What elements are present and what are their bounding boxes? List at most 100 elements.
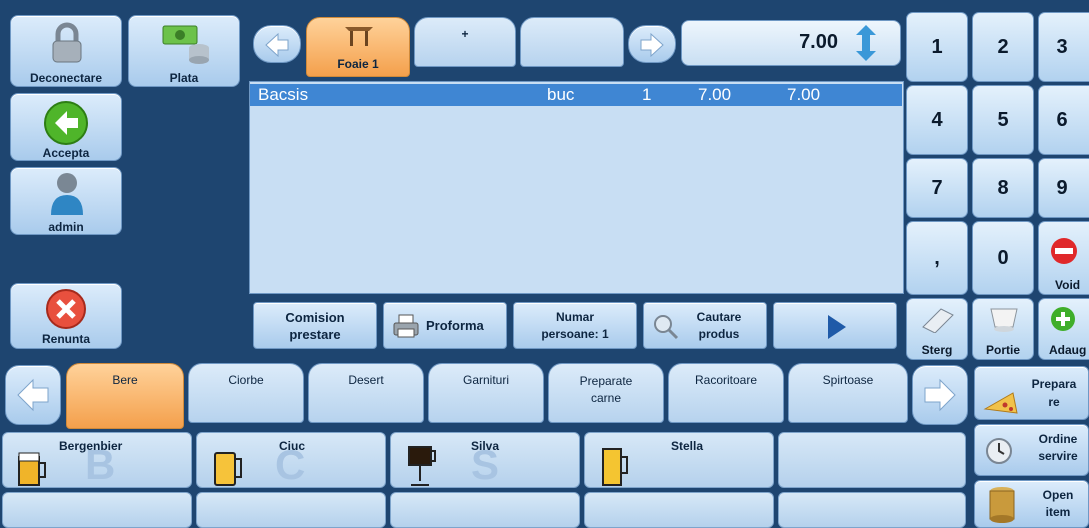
product-ciuc[interactable]: C Ciuc <box>196 432 386 488</box>
product-name: Stella <box>671 439 704 453</box>
lock-icon <box>52 22 82 63</box>
sheet-prev-button[interactable] <box>253 25 301 63</box>
add-sheet-tab[interactable]: + <box>414 17 516 67</box>
play-right-icon <box>828 315 846 339</box>
key-8[interactable]: 8 <box>972 158 1034 218</box>
box-icon <box>989 487 1015 523</box>
money-icon <box>162 25 209 64</box>
category-label: Ciorbe <box>228 373 264 387</box>
category-tab-ciorbe[interactable]: Ciorbe <box>188 363 304 423</box>
sheet-next-button[interactable] <box>628 25 676 63</box>
arrow-left-icon <box>44 101 88 145</box>
logout-label: Deconectare <box>29 71 103 85</box>
product-slot-empty[interactable] <box>778 492 966 528</box>
product-slot-empty[interactable] <box>2 492 192 528</box>
no-entry-icon <box>1051 238 1077 264</box>
category-tab-spirtoase[interactable]: Spirtoase <box>788 363 908 423</box>
logout-button[interactable]: Deconectare <box>10 15 122 87</box>
commission-label: Comision prestare <box>285 310 345 342</box>
beer-mug-icon <box>18 452 46 486</box>
category-tab-racoritoare[interactable]: Racoritoare <box>668 363 784 423</box>
key-0[interactable]: 0 <box>972 221 1034 295</box>
search-product-button[interactable]: Cautare produs <box>643 302 767 349</box>
serving-order-button[interactable]: Ordine servire <box>974 424 1089 476</box>
product-slot-empty[interactable] <box>778 432 966 488</box>
category-label: Racoritoare <box>694 373 758 387</box>
user-icon <box>51 173 83 215</box>
accept-button[interactable]: Accepta <box>10 93 122 161</box>
product-slot-empty[interactable] <box>390 492 580 528</box>
key-2-label: 2 <box>997 35 1009 58</box>
key-7[interactable]: 7 <box>906 158 968 218</box>
clock-icon <box>986 438 1012 464</box>
delete-label: Sterg <box>921 343 953 357</box>
portion-button[interactable]: Portie <box>972 298 1034 360</box>
persons-button[interactable]: Numar persoane: 1 <box>513 302 637 349</box>
user-label: admin <box>48 220 84 234</box>
order-list[interactable] <box>249 81 904 294</box>
cancel-button[interactable]: Renunta <box>10 283 122 349</box>
category-label: Spirtoase <box>822 373 874 387</box>
category-label: Preparate carne <box>579 374 633 405</box>
key-0-label: 0 <box>997 246 1009 269</box>
row-name: Bacsis <box>258 85 309 104</box>
more-actions-button[interactable] <box>773 302 897 349</box>
open-item-button[interactable]: Open item <box>974 480 1089 528</box>
up-down-arrow-icon[interactable] <box>846 23 886 63</box>
beer-glass-icon <box>602 448 628 486</box>
key-4[interactable]: 4 <box>906 85 968 155</box>
arrow-right-icon <box>924 378 956 412</box>
product-slot-empty[interactable] <box>584 492 774 528</box>
product-bergenbier[interactable]: B Bergenbier <box>2 432 192 488</box>
pay-button[interactable]: Plata <box>128 15 240 87</box>
key-5-label: 5 <box>997 108 1009 131</box>
proforma-button[interactable]: Proforma <box>383 302 507 349</box>
key-9[interactable]: 9 <box>1038 158 1089 218</box>
key-3[interactable]: 3 <box>1038 12 1089 82</box>
key-comma[interactable]: , <box>906 221 968 295</box>
product-stella[interactable]: Stella <box>584 432 774 488</box>
pizza-slice-icon <box>983 392 1018 414</box>
proforma-label: Proforma <box>426 318 484 333</box>
product-name: Silva <box>471 439 500 453</box>
commission-button[interactable]: Comision prestare <box>253 302 377 349</box>
product-slot-empty[interactable] <box>196 492 386 528</box>
prepare-label: Prepara re <box>1031 377 1077 409</box>
product-silva[interactable]: S Silva <box>390 432 580 488</box>
add-button[interactable]: Adaug <box>1038 298 1089 360</box>
key-1-label: 1 <box>931 35 943 58</box>
key-6-label: 6 <box>1056 108 1068 131</box>
eraser-icon <box>922 308 954 333</box>
quantity-display[interactable]: 7.00 <box>681 20 901 66</box>
user-button[interactable]: admin <box>10 167 122 235</box>
key-5[interactable]: 5 <box>972 85 1034 155</box>
pay-label: Plata <box>169 71 199 85</box>
key-9-label: 9 <box>1056 176 1068 199</box>
arrow-right-icon <box>640 32 664 58</box>
arrow-left-icon <box>17 378 49 412</box>
category-prev-button[interactable] <box>5 365 61 425</box>
key-8-label: 8 <box>997 176 1009 199</box>
row-unit: buc <box>547 85 575 104</box>
category-label: Garnituri <box>462 373 509 387</box>
tab-sheet-1[interactable]: Foaie 1 <box>306 17 410 77</box>
tab-sheet-label: Foaie 1 <box>337 57 379 71</box>
key-4-label: 4 <box>931 108 943 131</box>
category-tab-bere[interactable]: Bere <box>66 363 184 429</box>
category-label: Bere <box>112 373 138 387</box>
delete-button[interactable]: Sterg <box>906 298 968 360</box>
category-tab-garnituri[interactable]: Garnituri <box>428 363 544 423</box>
prepare-button[interactable]: Prepara re <box>974 366 1089 420</box>
order-row[interactable]: Bacsis buc 1 7.00 7.00 <box>250 84 902 106</box>
category-next-button[interactable] <box>912 365 968 425</box>
key-1[interactable]: 1 <box>906 12 968 82</box>
cancel-label: Renunta <box>42 332 90 346</box>
category-tab-desert[interactable]: Desert <box>308 363 424 423</box>
key-3-label: 3 <box>1056 35 1068 58</box>
product-name: Ciuc <box>279 439 306 453</box>
key-2[interactable]: 2 <box>972 12 1034 82</box>
key-6[interactable]: 6 <box>1038 85 1089 155</box>
void-button[interactable]: Void <box>1038 221 1089 295</box>
category-tab-preparate-carne[interactable]: Preparate carne <box>548 363 664 423</box>
tab-empty[interactable] <box>520 17 624 67</box>
